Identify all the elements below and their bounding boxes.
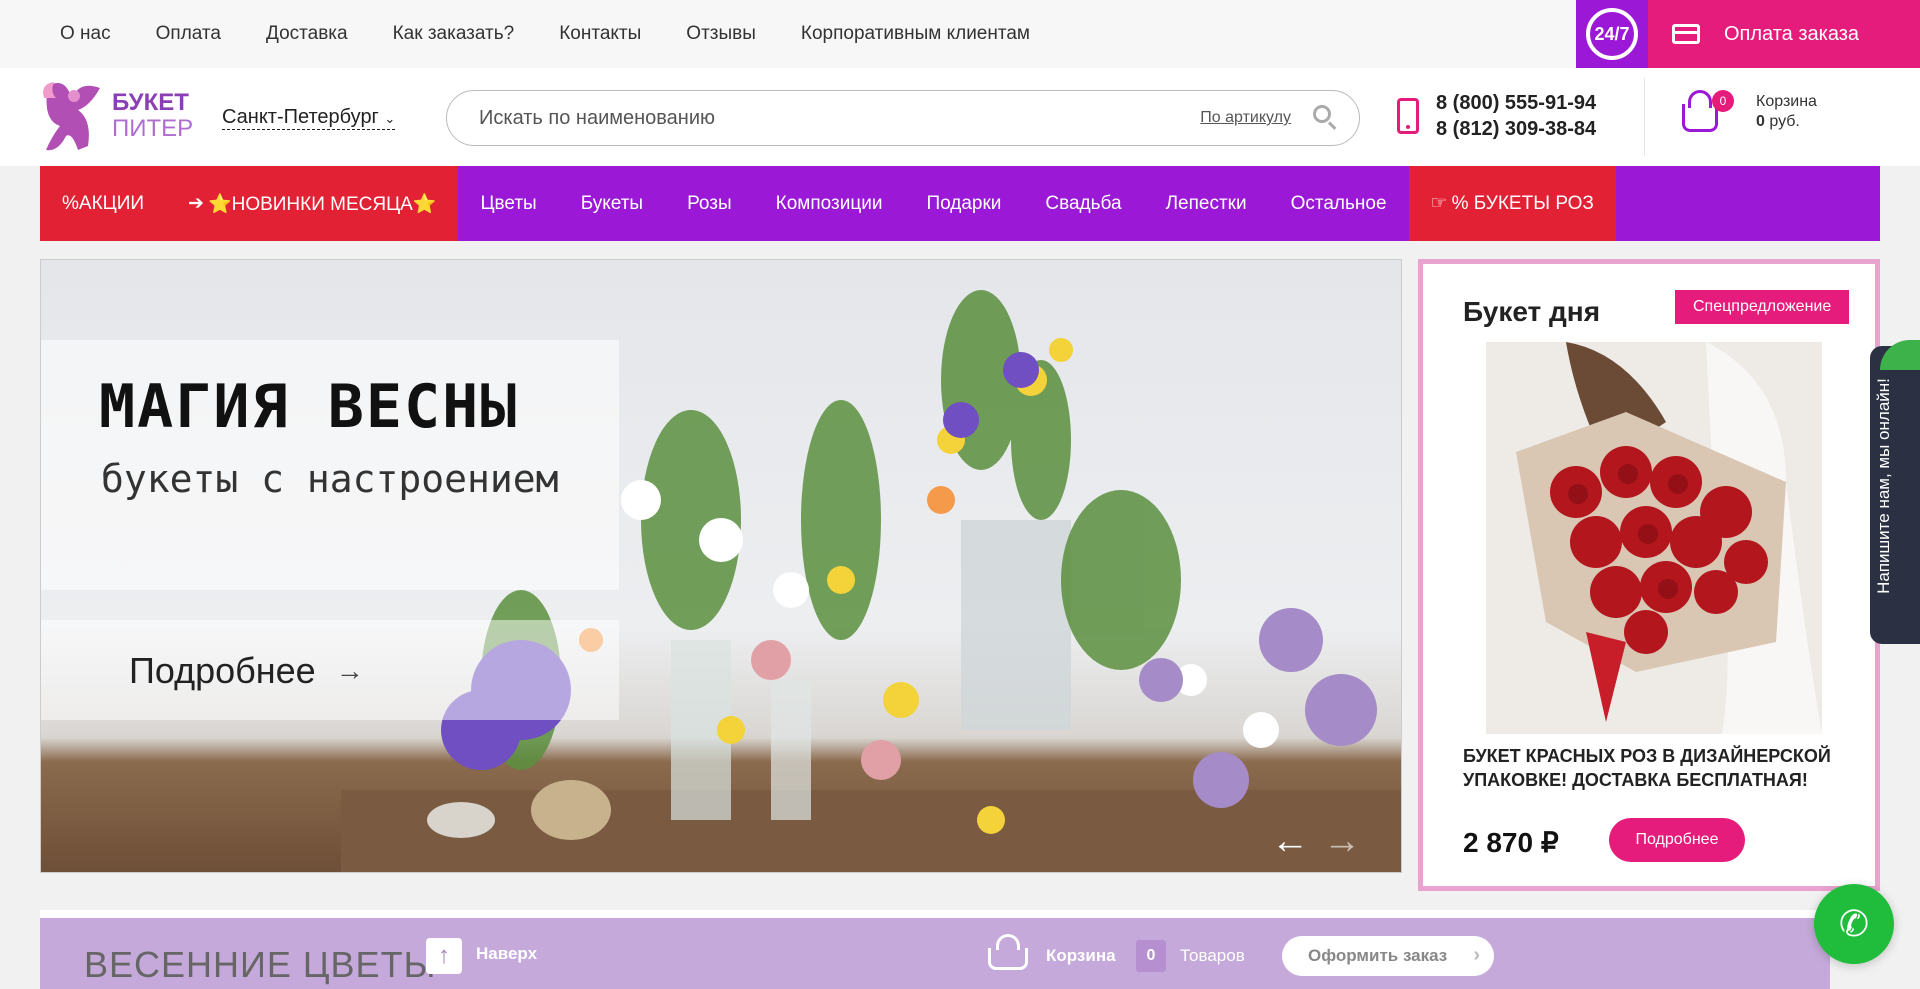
nav-compositions[interactable]: Композиции bbox=[754, 166, 905, 241]
bouquet-price: 2 870 ₽ bbox=[1463, 827, 1559, 858]
call-button[interactable]: ✆ bbox=[1814, 884, 1894, 964]
online-chat-tab[interactable]: Напишите нам, мы онлайн! bbox=[1870, 340, 1920, 644]
cart-summary[interactable]: Корзина 0 руб. bbox=[1756, 92, 1817, 132]
banner-more-label: Подробнее bbox=[129, 650, 316, 691]
search-input[interactable] bbox=[479, 106, 1201, 130]
arrow-circle-icon: ➔ bbox=[188, 193, 204, 214]
nav-flowers[interactable]: Цветы bbox=[458, 166, 558, 241]
top-nav-about[interactable]: О нас bbox=[60, 23, 111, 45]
cart-sum: 0 bbox=[1756, 113, 1765, 130]
checkout-button[interactable]: Оформить заказ › bbox=[1282, 936, 1494, 976]
banner-prev-button[interactable]: ← bbox=[1271, 820, 1309, 863]
bottom-cart-label[interactable]: Корзина bbox=[1046, 946, 1116, 966]
bouquet-more-button[interactable]: Подробнее bbox=[1609, 818, 1745, 862]
cart-count-badge: 0 bbox=[1712, 90, 1734, 112]
divider bbox=[1644, 78, 1645, 156]
nav-promotions[interactable]: %АКЦИИ bbox=[40, 166, 167, 241]
bouquet-name[interactable]: БУКЕТ КРАСНЫХ РОЗ В ДИЗАЙНЕРСКОЙ УПАКОВК… bbox=[1463, 744, 1853, 792]
logo-line1: БУКЕТ bbox=[112, 89, 189, 116]
nav-new-of-month-label: ⭐НОВИНКИ МЕСЯЦА⭐ bbox=[207, 193, 437, 215]
nav-rose-bouquets-promo[interactable]: ☞ % БУКЕТЫ РОЗ bbox=[1408, 166, 1616, 241]
section-title: ВЕСЕННИЕ ЦВЕТЫ bbox=[84, 944, 437, 985]
nav-wedding[interactable]: Свадьба bbox=[1023, 166, 1143, 241]
bouquet-of-day-title: Букет дня bbox=[1463, 296, 1601, 327]
bottom-sticky-bar: ВЕСЕННИЕ ЦВЕТЫ ↑ Наверх Корзина 0 Товаро… bbox=[40, 918, 1830, 989]
logo-line2: ПИТЕР bbox=[112, 115, 194, 142]
top-nav-how-to-order[interactable]: Как заказать? bbox=[393, 23, 515, 45]
search-by-article-link[interactable]: По артикулу bbox=[1200, 109, 1291, 127]
logo-fairy-icon bbox=[43, 82, 100, 151]
hero-banner[interactable]: МАГИЯ ВЕСНЫ букеты с настроением Подробн… bbox=[40, 259, 1402, 873]
phone-2[interactable]: 8 (812) 309-38-84 bbox=[1436, 116, 1596, 142]
hand-pointer-icon: ☞ bbox=[1430, 193, 1448, 214]
banner-subtitle: букеты с настроением bbox=[101, 457, 559, 501]
bottom-cart-count: 0 bbox=[1136, 940, 1166, 972]
basket-icon bbox=[1682, 104, 1718, 132]
logo-text: БУКЕТ ПИТЕР bbox=[112, 90, 193, 142]
badge-24-7: 24/7 bbox=[1576, 0, 1648, 68]
scroll-top-link[interactable]: Наверх bbox=[476, 944, 537, 964]
arrow-up-icon[interactable]: ↑ bbox=[426, 938, 462, 974]
cart-button[interactable]: 0 bbox=[1678, 90, 1738, 140]
nav-new-of-month[interactable]: ➔ ⭐НОВИНКИ МЕСЯЦА⭐ bbox=[166, 166, 459, 241]
checkout-label: Оформить заказ bbox=[1308, 946, 1448, 965]
basket-icon[interactable] bbox=[986, 934, 1030, 972]
chevron-right-icon: › bbox=[1473, 944, 1480, 966]
search-icon[interactable] bbox=[1313, 105, 1339, 131]
nav-petals[interactable]: Лепестки bbox=[1144, 166, 1269, 241]
header: БУКЕТ ПИТЕР Санкт-Петербург ⌄ По артикул… bbox=[0, 68, 1920, 166]
nav-gifts[interactable]: Подарки bbox=[904, 166, 1023, 241]
top-bar: О нас Оплата Доставка Как заказать? Конт… bbox=[0, 0, 1920, 68]
phone-numbers: 8 (800) 555-91-94 8 (812) 309-38-84 bbox=[1436, 90, 1596, 142]
top-nav-contacts[interactable]: Контакты bbox=[559, 23, 641, 45]
city-label: Санкт-Петербург bbox=[222, 106, 379, 128]
main-nav: %АКЦИИ ➔ ⭐НОВИНКИ МЕСЯЦА⭐ Цветы Букеты Р… bbox=[40, 166, 1880, 241]
pay-order-button[interactable]: Оплата заказа bbox=[1648, 0, 1920, 68]
top-nav: О нас Оплата Доставка Как заказать? Конт… bbox=[60, 0, 1030, 68]
arrow-right-icon: → bbox=[335, 655, 364, 686]
logo[interactable]: БУКЕТ ПИТЕР bbox=[38, 76, 193, 156]
banner-title: МАГИЯ ВЕСНЫ bbox=[99, 372, 519, 442]
cart-currency: руб. bbox=[1764, 113, 1800, 130]
nav-rose-bouquets-label: % БУКЕТЫ РОЗ bbox=[1451, 192, 1594, 214]
mobile-phone-icon bbox=[1397, 98, 1419, 134]
goods-label: Товаров bbox=[1180, 946, 1245, 965]
banner-next-button[interactable]: → bbox=[1323, 820, 1361, 863]
city-selector[interactable]: Санкт-Петербург ⌄ bbox=[222, 106, 396, 130]
phone-1[interactable]: 8 (800) 555-91-94 bbox=[1436, 90, 1596, 116]
banner-more-button[interactable]: Подробнее → bbox=[129, 650, 364, 692]
pay-order-label: Оплата заказа bbox=[1724, 22, 1860, 45]
top-nav-corporate[interactable]: Корпоративным клиентам bbox=[801, 23, 1030, 45]
credit-card-icon bbox=[1672, 24, 1700, 44]
nav-other[interactable]: Остальное bbox=[1269, 166, 1409, 241]
nav-roses[interactable]: Розы bbox=[665, 166, 754, 241]
search-bar: По артикулу bbox=[446, 90, 1360, 146]
bouquet-of-day-card: Букет дня Спецпредложение БУКЕТ КРАСНЫХ … bbox=[1418, 259, 1880, 891]
clock-24-7-icon: 24/7 bbox=[1586, 8, 1638, 60]
rose-bouquet-image bbox=[1486, 342, 1822, 734]
nav-bouquets[interactable]: Букеты bbox=[559, 166, 665, 241]
special-offer-tag: Спецпредложение bbox=[1675, 290, 1850, 324]
top-nav-reviews[interactable]: Отзывы bbox=[686, 23, 756, 45]
top-nav-payment[interactable]: Оплата bbox=[156, 23, 221, 45]
cart-label: Корзина bbox=[1756, 93, 1817, 110]
chevron-down-icon: ⌄ bbox=[384, 111, 396, 126]
chat-label: Напишите нам, мы онлайн! bbox=[1874, 378, 1893, 594]
phone-icon: ✆ bbox=[1838, 903, 1870, 944]
bouquet-photo[interactable] bbox=[1486, 342, 1822, 734]
top-nav-delivery[interactable]: Доставка bbox=[266, 23, 348, 45]
